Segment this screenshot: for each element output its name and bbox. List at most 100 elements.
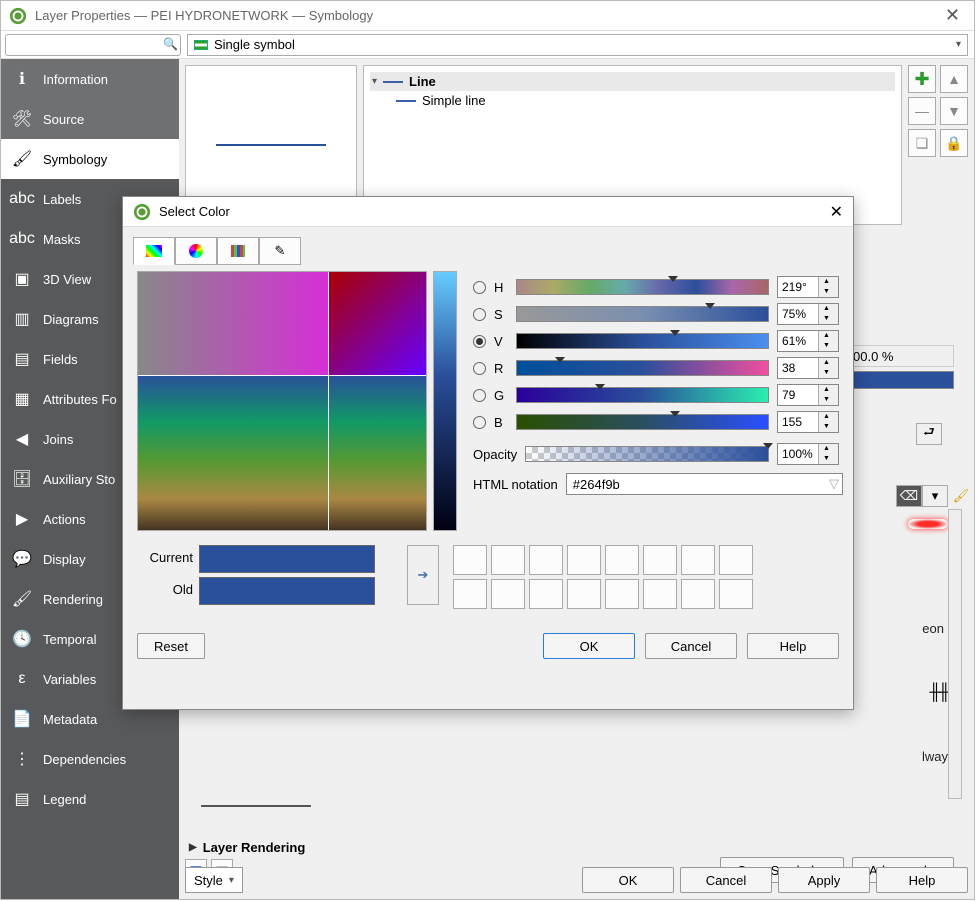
spin-down-icon[interactable]: ▼ [818,341,834,351]
dialog-help-button[interactable]: Help [747,633,839,659]
channel-radio-b[interactable] [473,416,486,429]
channel-spin-r[interactable]: ▲▼ [777,357,839,379]
opacity-slider[interactable] [525,446,769,462]
ok-button[interactable]: OK [582,867,674,893]
spin-up-icon[interactable]: ▲ [818,331,834,341]
paint-icon[interactable]: 🖌 [948,485,974,507]
channel-slider-s[interactable] [516,306,769,322]
expand-icon[interactable]: ▶ [189,842,197,853]
spin-down-icon[interactable]: ▼ [818,422,834,432]
channel-slider-g[interactable] [516,387,769,403]
palette-cell[interactable] [681,579,715,609]
channel-value-input[interactable] [778,304,818,324]
tree-collapse-icon[interactable]: ▾ [372,76,377,87]
add-to-palette-button[interactable]: ➔ [407,545,439,605]
palette-cell[interactable] [567,545,601,575]
sidebar-item-information[interactable]: ℹInformation [1,59,179,99]
spin-up-icon[interactable]: ▲ [818,304,834,314]
palette-cell[interactable] [719,579,753,609]
palette-cell[interactable] [491,545,525,575]
palette-cell[interactable] [681,545,715,575]
channel-value-input[interactable] [778,358,818,378]
sidebar-item-source[interactable]: 🛠Source [1,99,179,139]
channel-spin-g[interactable]: ▲▼ [777,384,839,406]
scrollbar[interactable] [948,509,962,799]
channel-value-input[interactable] [778,385,818,405]
channel-value-input[interactable] [778,412,818,432]
channel-slider-b[interactable] [516,414,769,430]
palette-cell[interactable] [643,579,677,609]
window-close-icon[interactable]: ✕ [939,5,966,26]
channel-radio-g[interactable] [473,389,486,402]
spin-down-icon[interactable]: ▼ [818,287,834,297]
dropdown-icon[interactable]: ▾ [922,485,948,507]
move-up-button[interactable]: ▲ [940,65,968,93]
channel-radio-r[interactable] [473,362,486,375]
palette-cell[interactable] [567,579,601,609]
tab-wheel[interactable] [175,237,217,265]
tab-picker[interactable]: ✎ [259,237,301,265]
channel-slider-v[interactable] [516,333,769,349]
palette-cell[interactable] [605,579,639,609]
spin-up-icon[interactable]: ▲ [818,412,834,422]
duplicate-button[interactable]: ❏ [908,129,936,157]
palette-cell[interactable] [605,545,639,575]
palette-cell[interactable] [529,545,563,575]
channel-spin-h[interactable]: ▲▼ [777,276,839,298]
palette-cell[interactable] [719,545,753,575]
palette-cell[interactable] [453,579,487,609]
layer-rendering-section[interactable]: ▶ Layer Rendering [189,840,305,855]
dialog-ok-button[interactable]: OK [543,633,635,659]
tab-rgb-picker[interactable] [133,237,175,265]
palette-cell[interactable] [453,545,487,575]
spin-down-icon[interactable]: ▼ [818,368,834,378]
palette-cell[interactable] [643,545,677,575]
channel-slider-h[interactable] [516,279,769,295]
expression-button[interactable]: ⮐ [916,423,942,445]
spin-up-icon[interactable]: ▲ [818,358,834,368]
tree-row-simple-line[interactable]: Simple line [370,91,895,110]
sidebar-item-legend[interactable]: ▤Legend [1,779,179,819]
style-menu[interactable]: Style [185,867,243,893]
channel-radio-s[interactable] [473,308,486,321]
opacity-spin-fragment[interactable]: 00.0 % [846,345,954,367]
clear-icon[interactable]: ⌫ [896,485,922,507]
channel-value-input[interactable] [778,277,818,297]
add-symbol-layer-button[interactable]: ✚ [908,65,936,93]
palette-cell[interactable] [491,579,525,609]
channel-value-input[interactable] [778,331,818,351]
remove-symbol-layer-button[interactable]: — [908,97,936,125]
spin-up-icon[interactable]: ▲ [818,385,834,395]
dialog-cancel-button[interactable]: Cancel [645,633,737,659]
channel-slider-r[interactable] [516,360,769,376]
html-notation-input[interactable] [566,473,843,495]
channel-spin-b[interactable]: ▲▼ [777,411,839,433]
sidebar-item-symbology[interactable]: 🖌Symbology [1,139,179,179]
hue-slider[interactable] [433,271,457,531]
spin-down-icon[interactable]: ▼ [818,395,834,405]
tab-swatches[interactable] [217,237,259,265]
color-bar-fragment[interactable] [846,371,954,389]
channel-spin-v[interactable]: ▲▼ [777,330,839,352]
channel-spin-s[interactable]: ▲▼ [777,303,839,325]
dialog-close-icon[interactable]: ✕ [830,202,843,222]
search-input[interactable] [5,34,181,56]
opacity-spin[interactable]: ▲▼ [777,443,839,465]
palette-cell[interactable] [529,579,563,609]
color-field[interactable] [137,271,427,531]
dropdown-icon[interactable]: ▽ [829,476,839,492]
channel-radio-v[interactable] [473,335,486,348]
spin-down-icon[interactable]: ▼ [818,314,834,324]
tree-row-line[interactable]: ▾ Line [370,72,895,91]
apply-button[interactable]: Apply [778,867,870,893]
move-down-button[interactable]: ▼ [940,97,968,125]
sidebar-item-dependencies[interactable]: ⋮Dependencies [1,739,179,779]
opacity-value-input[interactable] [778,444,818,464]
symbol-mode-selector[interactable]: Single symbol [187,34,968,56]
help-button[interactable]: Help [876,867,968,893]
cancel-button[interactable]: Cancel [680,867,772,893]
reset-button[interactable]: Reset [137,633,205,659]
channel-radio-h[interactable] [473,281,486,294]
spin-up-icon[interactable]: ▲ [818,277,834,287]
lock-button[interactable]: 🔒 [940,129,968,157]
